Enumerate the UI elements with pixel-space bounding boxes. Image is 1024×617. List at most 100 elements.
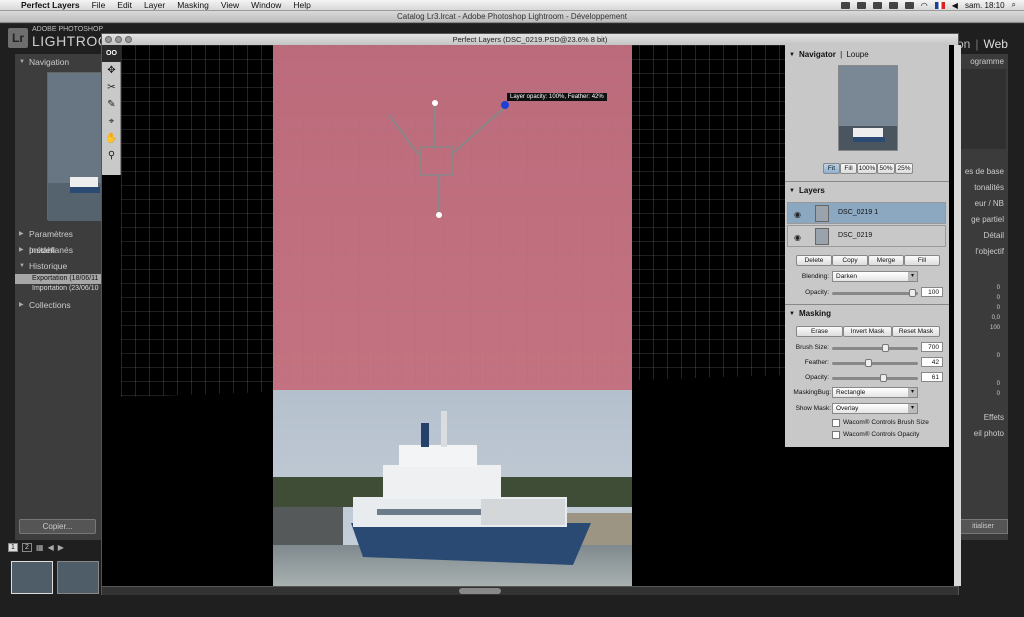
history-item-export[interactable]: Exportation (18/06/11: [15, 274, 101, 284]
blending-select[interactable]: Darken ▾: [832, 271, 918, 282]
maskingbug-select[interactable]: Rectangle ▾: [832, 387, 918, 398]
brush-size-label: Brush Size:: [795, 344, 829, 351]
menu-window[interactable]: Window: [245, 0, 287, 10]
panel-histogram[interactable]: ogramme: [958, 55, 1008, 69]
slider-knob[interactable]: [881, 344, 889, 352]
invert-mask-button[interactable]: Invert Mask: [843, 326, 892, 337]
hand-tool-icon[interactable]: ✋: [102, 130, 121, 147]
panel-history[interactable]: Historique: [15, 258, 101, 274]
zoom-fit-button[interactable]: Fit: [823, 163, 840, 174]
menu-layer[interactable]: Layer: [138, 0, 171, 10]
panel-basic[interactable]: es de base: [958, 165, 1008, 179]
zoom-100-button[interactable]: 100%: [857, 163, 877, 174]
horizontal-scrollbar[interactable]: [102, 586, 958, 595]
panel-presets[interactable]: Paramètres prédéfi: [15, 226, 101, 255]
zoom-25-button[interactable]: 25%: [895, 163, 913, 174]
layer-opacity-value[interactable]: 100: [921, 287, 943, 297]
eye-icon[interactable]: ◉: [794, 210, 801, 219]
menu-clock[interactable]: sam. 18:10: [965, 1, 1005, 10]
move-tool-icon[interactable]: ✥: [102, 62, 121, 79]
wacom-opacity-checkbox[interactable]: [832, 431, 840, 439]
history-item-import[interactable]: Importation (23/06/10 1: [15, 284, 101, 294]
mask-opacity-value[interactable]: 61: [921, 372, 943, 382]
zoom-fill-button[interactable]: Fill: [840, 163, 857, 174]
layers-section-header[interactable]: Layers: [785, 184, 949, 198]
close-window-icon[interactable]: [105, 36, 112, 43]
panel-collections[interactable]: Collections: [15, 297, 101, 313]
panel-navigation[interactable]: Navigation: [15, 56, 101, 69]
layer-tool-icon[interactable]: OO: [102, 45, 121, 62]
show-mask-select[interactable]: Overlay ▾: [832, 403, 918, 414]
fill-layer-button[interactable]: Fill: [904, 255, 940, 266]
copy-layer-button[interactable]: Copy: [832, 255, 868, 266]
slider-knob[interactable]: [880, 374, 888, 382]
panel-hsl[interactable]: eur / NB: [958, 197, 1008, 211]
forward-arrow-icon[interactable]: ▶: [58, 543, 64, 552]
dropbox-icon[interactable]: [840, 1, 850, 9]
brush-tool-icon[interactable]: ✎: [102, 96, 121, 113]
scroll-thumb[interactable]: [459, 588, 501, 594]
filmstrip-thumb[interactable]: [11, 561, 53, 594]
volume-icon[interactable]: ◀: [952, 1, 958, 10]
masking-section-header[interactable]: Masking: [785, 307, 949, 321]
layer-row-bottom[interactable]: ◉ DSC_0219: [787, 225, 946, 247]
brush-size-value[interactable]: 700: [921, 342, 943, 352]
loupe-title[interactable]: Loupe: [846, 50, 868, 59]
feather-slider[interactable]: [832, 359, 918, 367]
spotlight-icon[interactable]: ⌕: [1012, 0, 1016, 10]
eye-icon[interactable]: ◉: [794, 233, 801, 242]
menu-help[interactable]: Help: [287, 0, 316, 10]
menu-app-name[interactable]: Perfect Layers: [15, 0, 86, 10]
navigator-section-header[interactable]: Navigator | Loupe: [785, 48, 949, 62]
filmstrip-page-1[interactable]: 1: [8, 543, 18, 552]
panel-camera-calibration[interactable]: eil photo: [958, 427, 1008, 441]
reset-mask-button[interactable]: Reset Mask: [892, 326, 940, 337]
filmstrip-thumb[interactable]: [57, 561, 99, 594]
zoom-50-button[interactable]: 50%: [877, 163, 895, 174]
slider-knob[interactable]: [865, 359, 873, 367]
module-web[interactable]: Web: [983, 37, 1007, 51]
panel-snapshots[interactable]: Instantanés: [15, 242, 101, 258]
navigator-preview[interactable]: [838, 65, 898, 151]
reset-button[interactable]: itialiser: [958, 519, 1008, 534]
panel-lens[interactable]: l'objectif: [958, 245, 1008, 259]
copy-settings-button[interactable]: Copier...: [19, 519, 96, 534]
time-machine-icon[interactable]: [888, 1, 898, 9]
layer-row-top[interactable]: ◉ DSC_0219 1: [787, 202, 946, 224]
bluetooth-icon[interactable]: [872, 1, 882, 9]
panel-tone-curve[interactable]: tonalités: [958, 181, 1008, 195]
delete-layer-button[interactable]: Delete: [796, 255, 832, 266]
image-canvas[interactable]: Layer opacity: 100%, Feather: 42%: [121, 45, 785, 586]
status-icon[interactable]: [856, 1, 866, 9]
navigator-thumbnail[interactable]: [47, 72, 102, 221]
menu-file[interactable]: File: [86, 0, 112, 10]
menu-edit[interactable]: Edit: [111, 0, 138, 10]
menu-masking[interactable]: Masking: [171, 0, 215, 10]
wifi-icon[interactable]: ◠: [921, 1, 928, 10]
masking-bug-tool-icon[interactable]: ⌖: [102, 113, 121, 130]
zoom-tool-icon[interactable]: ⚲: [102, 147, 121, 164]
flag-icon[interactable]: [934, 1, 945, 9]
erase-mask-button[interactable]: Erase: [796, 326, 843, 337]
menu-view[interactable]: View: [215, 0, 245, 10]
scissors-tool-icon[interactable]: ✂: [102, 79, 121, 96]
zoom-window-icon[interactable]: [125, 36, 132, 43]
battery-icon[interactable]: [904, 1, 914, 9]
panel-split-toning[interactable]: ge partiel: [958, 213, 1008, 227]
panel-effects[interactable]: Effets: [958, 411, 1008, 425]
wacom-brush-size-checkbox[interactable]: [832, 419, 840, 427]
panel-detail[interactable]: Détail: [958, 229, 1008, 243]
minimize-window-icon[interactable]: [115, 36, 122, 43]
slider-knob[interactable]: [908, 289, 916, 297]
back-arrow-icon[interactable]: ◀: [48, 543, 54, 552]
grid-view-icon[interactable]: ▦: [36, 543, 44, 552]
wacom-opacity-label: Wacom® Controls Opacity: [843, 431, 920, 438]
filmstrip-page-2[interactable]: 2: [22, 543, 32, 552]
value: 0: [996, 381, 1000, 387]
merge-layer-button[interactable]: Merge: [868, 255, 904, 266]
brush-size-slider[interactable]: [832, 344, 918, 352]
vertical-scrollbar[interactable]: [954, 45, 961, 586]
mask-opacity-slider[interactable]: [832, 374, 918, 382]
feather-value[interactable]: 42: [921, 357, 943, 367]
layer-opacity-slider[interactable]: [832, 289, 918, 297]
